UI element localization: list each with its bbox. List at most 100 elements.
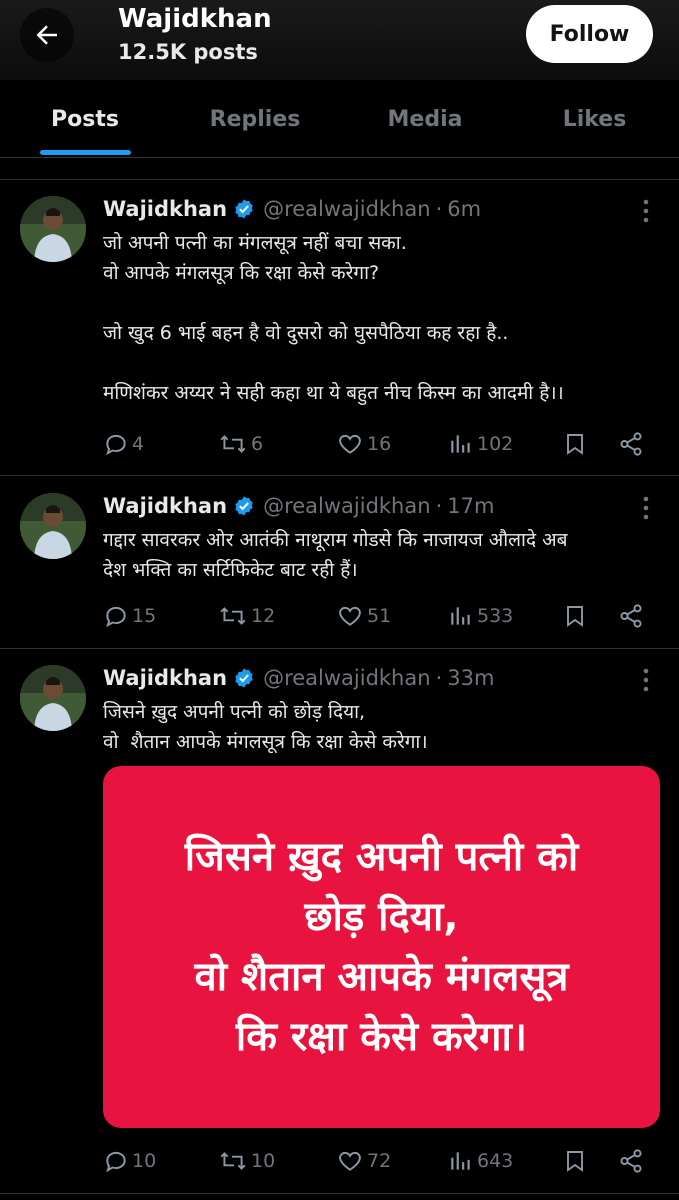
author-handle[interactable]: @realwajidkhan: [263, 494, 431, 518]
tweet-text: गद्दार सावरकर ओर आतंकी नाथूराम गोडसे कि …: [103, 525, 663, 585]
tweet[interactable]: Wajidkhan @realwajidkhan · 6m जो अपनी पत…: [0, 180, 679, 476]
tweet-line: मणिशंकर अय्यर ने सही कहा था ये बहुत नीच …: [103, 382, 564, 404]
timestamp[interactable]: 6m: [447, 197, 481, 221]
tweet-line: वो शैतान आपके मंगलसूत्र कि रक्षा केसे कर…: [103, 731, 428, 753]
tab-replies[interactable]: Replies: [170, 80, 340, 158]
like-button[interactable]: 51: [336, 600, 391, 632]
views-button[interactable]: 102: [448, 428, 513, 460]
reply-count: 10: [132, 1150, 157, 1172]
media-image[interactable]: जिसने ख़ुद अपनी पत्नी को छोड़ दिया, वो श…: [103, 766, 660, 1128]
verified-badge-icon: [235, 496, 253, 516]
heart-icon: [339, 606, 361, 626]
tweet-actions: 15 12 51 533: [103, 600, 663, 632]
follow-button[interactable]: Follow: [526, 5, 653, 63]
media-text-line: जिसने ख़ुद अपनी पत्नी को: [184, 834, 579, 880]
arrow-left-icon: [36, 25, 57, 45]
share-icon: [620, 432, 642, 456]
tab-likes[interactable]: Likes: [510, 80, 679, 158]
share-button[interactable]: [617, 600, 648, 632]
author-name[interactable]: Wajidkhan: [103, 666, 227, 690]
avatar[interactable]: [20, 665, 86, 731]
bookmark-icon: [567, 1151, 583, 1172]
bookmark-button[interactable]: [563, 1145, 590, 1177]
reply-button[interactable]: 15: [103, 600, 156, 632]
more-vertical-icon[interactable]: [636, 493, 656, 523]
repost-button[interactable]: 12: [218, 600, 275, 632]
separator: ·: [435, 197, 443, 221]
back-button[interactable]: [20, 8, 74, 62]
reply-button[interactable]: 10: [103, 1145, 156, 1177]
tweet-actions: 4 6 16 102: [103, 428, 663, 460]
active-tab-indicator: [40, 150, 131, 155]
separator: ·: [435, 494, 443, 518]
bookmark-icon: [567, 434, 583, 455]
heart-icon: [339, 434, 361, 454]
repost-count: 12: [251, 605, 276, 627]
like-button[interactable]: 72: [336, 1145, 391, 1177]
tweet-line: वो आपके मंगलसूत्र कि रक्षा केसे करेगा?: [103, 262, 380, 284]
repost-button[interactable]: 6: [218, 428, 263, 460]
separator: ·: [435, 666, 443, 690]
views-count: 533: [477, 605, 514, 627]
repost-icon: [220, 1152, 246, 1170]
views-count: 643: [477, 1150, 514, 1172]
verified-badge-icon: [235, 199, 253, 219]
author-handle[interactable]: @realwajidkhan: [263, 197, 431, 221]
tweet-text: जिसने ख़ुद अपनी पत्नी को छोड़ दिया, वो श…: [103, 697, 663, 757]
tweet[interactable]: Wajidkhan @realwajidkhan · 17m गद्दार सा…: [0, 477, 679, 649]
tab-media[interactable]: Media: [340, 80, 510, 158]
previous-tweet-stub: [0, 158, 679, 180]
repost-count: 10: [251, 1150, 276, 1172]
tweet-header: Wajidkhan @realwajidkhan · 17m: [103, 491, 494, 521]
repost-button[interactable]: 10: [218, 1145, 275, 1177]
like-button[interactable]: 16: [336, 428, 391, 460]
profile-name: Wajidkhan: [118, 4, 272, 34]
tweet-header: Wajidkhan @realwajidkhan · 33m: [103, 663, 494, 693]
media-text-line: कि रक्षा केसे करेगा।: [235, 1014, 528, 1060]
reply-icon: [106, 1151, 126, 1173]
tweet-line: देश भक्ति का सर्टिफिकेट बाट रही हैं।: [103, 559, 358, 581]
share-button[interactable]: [617, 1145, 648, 1177]
verified-badge-icon: [235, 668, 253, 688]
profile-tabs: Posts Replies Media Likes: [0, 80, 679, 158]
repost-icon: [220, 435, 246, 453]
tweet-line: जो अपनी पत्नी का मंगलसूत्र नहीं बचा सका.: [103, 232, 407, 254]
reply-icon: [106, 606, 126, 628]
share-icon: [620, 1149, 642, 1173]
timestamp[interactable]: 33m: [447, 666, 494, 690]
tweet-line: जिसने ख़ुद अपनी पत्नी को छोड़ दिया,: [103, 701, 366, 723]
tweet-line: [103, 348, 663, 378]
reply-button[interactable]: 4: [103, 428, 144, 460]
views-icon: [451, 607, 470, 625]
like-count: 51: [367, 605, 392, 627]
tweet-line: गद्दार सावरकर ओर आतंकी नाथूराम गोडसे कि …: [103, 529, 568, 551]
media-text-line: वो शैतान आपके मंगलसूत्र: [194, 954, 569, 1000]
tweet[interactable]: Wajidkhan @realwajidkhan · 33m जिसने ख़ु…: [0, 649, 679, 1194]
profile-header: Wajidkhan 12.5K posts Follow: [0, 0, 679, 80]
reply-icon: [106, 434, 126, 456]
tweet-header: Wajidkhan @realwajidkhan · 6m: [103, 194, 481, 224]
avatar[interactable]: [20, 493, 86, 559]
tab-posts[interactable]: Posts: [0, 80, 170, 158]
posts-count: 12.5K posts: [118, 40, 258, 64]
like-count: 16: [367, 433, 392, 455]
share-icon: [620, 604, 642, 628]
views-button[interactable]: 643: [448, 1145, 513, 1177]
heart-icon: [339, 1151, 361, 1171]
author-name[interactable]: Wajidkhan: [103, 494, 227, 518]
tweet-text: जो अपनी पत्नी का मंगलसूत्र नहीं बचा सका.…: [103, 228, 663, 408]
views-button[interactable]: 533: [448, 600, 513, 632]
avatar[interactable]: [20, 196, 86, 262]
timestamp[interactable]: 17m: [447, 494, 494, 518]
bookmark-button[interactable]: [563, 428, 590, 460]
author-name[interactable]: Wajidkhan: [103, 197, 227, 221]
views-count: 102: [477, 433, 514, 455]
author-handle[interactable]: @realwajidkhan: [263, 666, 431, 690]
reply-count: 4: [132, 433, 145, 455]
more-vertical-icon[interactable]: [636, 196, 656, 226]
tweet-actions: 10 10 72 643: [103, 1145, 663, 1177]
more-vertical-icon[interactable]: [636, 665, 656, 695]
repost-icon: [220, 607, 246, 625]
bookmark-button[interactable]: [563, 600, 590, 632]
share-button[interactable]: [617, 428, 648, 460]
